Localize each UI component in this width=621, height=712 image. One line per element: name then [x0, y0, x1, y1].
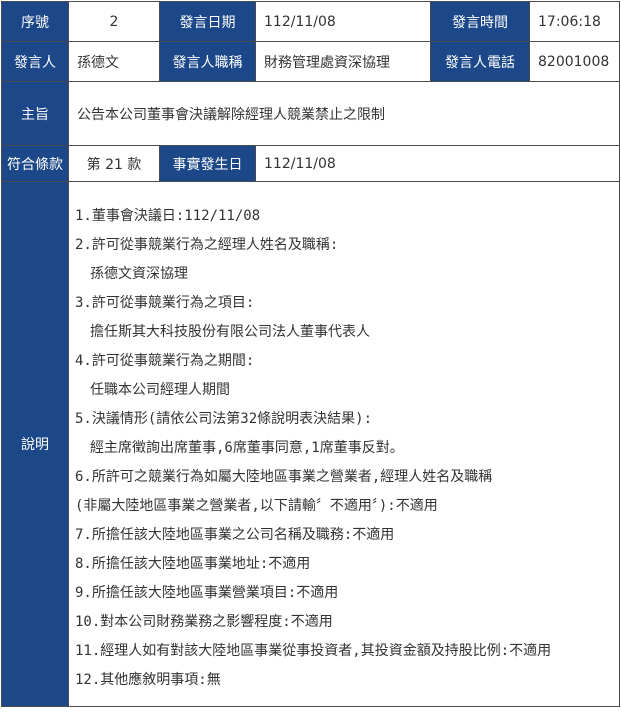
- seq-label: 序號: [1, 1, 69, 42]
- description-row: 說明 1.董事會決議日:112/11/08 2.許可從事競業行為之經理人姓名及職…: [1, 181, 620, 707]
- date-value: 112/11/08: [255, 1, 431, 42]
- description-line: 3.許可從事競業行為之項目:: [75, 295, 255, 311]
- header-row: 序號 2 發言日期 112/11/08 發言時間 17:06:18: [1, 1, 620, 42]
- speaker-name-value: 孫德文: [68, 41, 160, 82]
- description-line: 10.對本公司財務業務之影響程度:不適用: [75, 614, 333, 630]
- description-line: 6.所許可之競業行為如屬大陸地區事業之營業者,經理人姓名及職稱: [75, 469, 493, 485]
- subject-row: 主旨 公告本公司董事會決議解除經理人競業禁止之限制: [1, 81, 620, 146]
- description-line: 4.許可從事競業行為之期間:: [75, 353, 255, 369]
- clause-row: 符合條款 第 21 款 事實發生日 112/11/08: [1, 145, 620, 182]
- clause-value: 第 21 款: [68, 145, 160, 182]
- subject-label: 主旨: [1, 81, 69, 146]
- speaker-row: 發言人 孫德文 發言人職稱 財務管理處資深協理 發言人電話 82001008: [1, 41, 620, 82]
- speaker-phone-label: 發言人電話: [430, 41, 530, 82]
- description-line: 2.許可從事競業行為之經理人姓名及職稱:: [75, 237, 339, 253]
- speaker-title-label: 發言人職稱: [159, 41, 256, 82]
- clause-label: 符合條款: [1, 145, 69, 182]
- description-line: 孫德文資深協理: [90, 266, 188, 282]
- date-label: 發言日期: [159, 1, 256, 42]
- speaker-title-value: 財務管理處資深協理: [255, 41, 431, 82]
- event-date-value: 112/11/08: [255, 145, 620, 182]
- description-line: 擔任斯其大科技股份有限公司法人董事代表人: [90, 324, 370, 340]
- description-line: 8.所擔任該大陸地區事業地址:不適用: [75, 556, 311, 572]
- seq-value: 2: [68, 1, 160, 42]
- description-line: 任職本公司經理人期間: [90, 382, 230, 398]
- description-line: 5.決議情形(請依公司法第32條說明表決結果):: [75, 411, 372, 427]
- event-date-label: 事實發生日: [159, 145, 256, 182]
- description-line: 11.經理人如有對該大陸地區事業從事投資者,其投資金額及持股比例:不適用: [75, 643, 552, 659]
- announcement-table: 序號 2 發言日期 112/11/08 發言時間 17:06:18 發言人 孫德…: [1, 1, 620, 707]
- description-label: 說明: [1, 181, 69, 707]
- description-line: 7.所擔任該大陸地區事業之公司名稱及職務:不適用: [75, 527, 395, 543]
- description-line: 12.其他應敘明事項:無: [75, 672, 221, 688]
- description-line: (非屬大陸地區事業之營業者,以下請輸〞不適用〞):不適用: [75, 498, 438, 514]
- time-value: 17:06:18: [529, 1, 620, 42]
- description-line: 經主席徵詢出席董事,6席董事同意,1席董事反對。: [90, 440, 404, 456]
- time-label: 發言時間: [430, 1, 530, 42]
- speaker-phone-value: 82001008: [529, 41, 620, 82]
- subject-value: 公告本公司董事會決議解除經理人競業禁止之限制: [68, 81, 620, 146]
- description-line: 1.董事會決議日:112/11/08: [75, 208, 261, 224]
- speaker-name-label: 發言人: [1, 41, 69, 82]
- description-body: 1.董事會決議日:112/11/08 2.許可從事競業行為之經理人姓名及職稱: …: [68, 181, 620, 707]
- description-line: 9.所擔任該大陸地區事業營業項目:不適用: [75, 585, 339, 601]
